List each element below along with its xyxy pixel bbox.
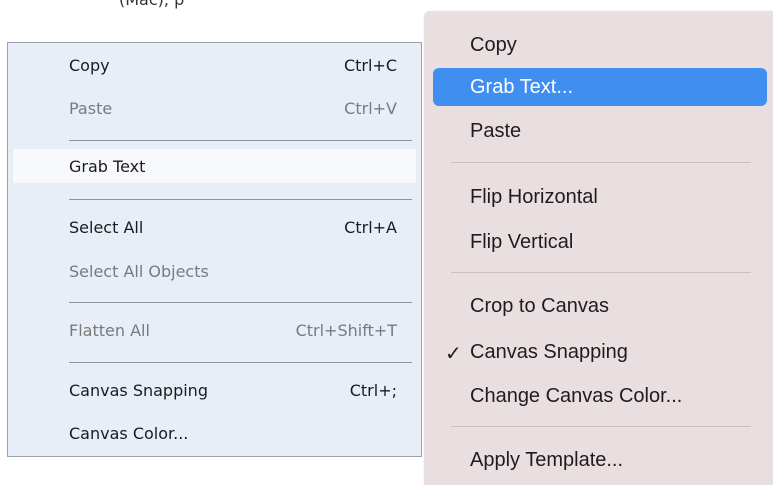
menu-item-label: Select All: [69, 218, 144, 237]
menu-separator: [451, 426, 751, 427]
menu-item-label: Canvas Snapping: [69, 381, 208, 400]
menu-separator: [69, 140, 412, 141]
menu-separator: [69, 362, 412, 363]
menu-separator: [69, 199, 412, 200]
menu-item-flatten-all[interactable]: Flatten All Ctrl+Shift+T: [13, 313, 416, 347]
menu-item-shortcut: Ctrl+A: [344, 218, 397, 237]
menu-separator: [69, 302, 412, 303]
menu-item-label: Apply Template...: [470, 449, 624, 471]
cropped-text: (Mac), p: [119, 0, 184, 9]
menu-separator: [451, 272, 751, 273]
menu-item-select-all-objects[interactable]: Select All Objects: [13, 254, 416, 288]
menu-item-label: Paste: [470, 120, 522, 142]
menu-item-paste[interactable]: Paste: [433, 112, 767, 150]
menu-item-label: Select All Objects: [69, 262, 209, 281]
menu-item-canvas-snapping[interactable]: Canvas Snapping Ctrl+;: [13, 373, 416, 407]
menu-item-crop-to-canvas[interactable]: Crop to Canvas: [433, 287, 767, 325]
menu-item-flip-vertical[interactable]: Flip Vertical: [433, 223, 767, 261]
menu-item-shortcut: Ctrl+C: [343, 56, 397, 75]
menu-item-label: Grab Text...: [470, 76, 574, 98]
menu-item-copy[interactable]: Copy: [433, 26, 767, 64]
menu-item-shortcut: Ctrl+Shift+T: [295, 321, 397, 340]
mac-context-menu: Copy Grab Text... Paste Flip Horizontal …: [424, 11, 773, 485]
menu-item-paste[interactable]: Paste Ctrl+V: [13, 91, 416, 125]
menu-item-copy[interactable]: Copy Ctrl+C: [13, 48, 416, 82]
menu-item-label: Copy: [69, 56, 110, 75]
menu-item-label: Change Canvas Color...: [470, 385, 683, 407]
windows-context-menu: Copy Ctrl+C Paste Ctrl+V Grab Text Selec…: [7, 42, 422, 457]
menu-item-apply-template[interactable]: Apply Template...: [433, 441, 767, 479]
menu-item-shortcut: Ctrl+;: [349, 381, 397, 400]
menu-item-grab-text[interactable]: Grab Text...: [433, 68, 767, 106]
menu-item-label: Crop to Canvas: [470, 295, 609, 317]
menu-item-label: Canvas Snapping: [470, 341, 628, 363]
menu-item-label: Canvas Color...: [69, 424, 189, 443]
menu-item-canvas-snapping[interactable]: ✓ Canvas Snapping: [433, 333, 767, 371]
menu-item-select-all[interactable]: Select All Ctrl+A: [13, 210, 416, 244]
menu-item-label: Flip Vertical: [470, 231, 574, 253]
menu-separator: [451, 162, 751, 163]
menu-item-grab-text[interactable]: Grab Text: [13, 149, 416, 183]
menu-item-label: Grab Text: [69, 157, 146, 176]
menu-item-label: Flatten All: [69, 321, 150, 340]
menu-item-flip-horizontal[interactable]: Flip Horizontal: [433, 178, 767, 216]
menu-item-shortcut: Ctrl+V: [344, 99, 397, 118]
menu-item-label: Copy: [470, 34, 517, 56]
menu-item-change-canvas-color[interactable]: Change Canvas Color...: [433, 377, 767, 415]
menu-item-label: Paste: [69, 99, 113, 118]
menu-item-label: Flip Horizontal: [470, 186, 598, 208]
checkmark-icon: ✓: [445, 343, 462, 365]
menu-item-canvas-color[interactable]: Canvas Color...: [13, 416, 416, 450]
